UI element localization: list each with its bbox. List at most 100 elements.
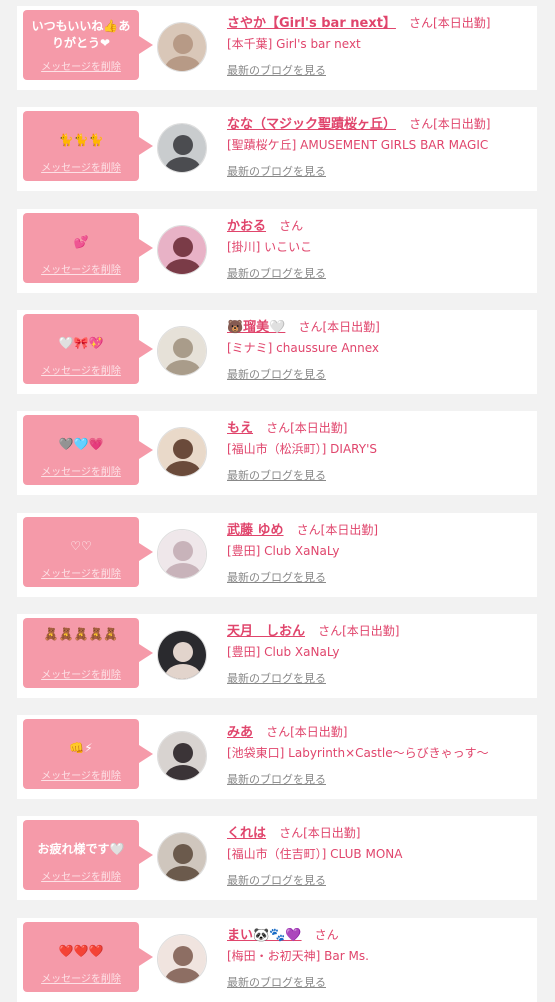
message-card: いつもいいね👍ありがとう❤ メッセージを削除 さやか【Girl's bar ne… xyxy=(17,6,537,90)
shop-name: [豊田] Club XaNaLy xyxy=(227,543,340,558)
message-text: 🤍🎀💖 xyxy=(58,335,104,350)
avatar[interactable] xyxy=(157,933,207,984)
name-line: まい🐼🐾💜 さん xyxy=(227,924,339,943)
message-text: ♡♡ xyxy=(70,538,92,553)
delete-message-link[interactable]: メッセージを削除 xyxy=(23,970,139,985)
message-card: 🩶🩵💗 メッセージを削除 もえ さん[本日出勤] [福山市（松浜町）] DIAR… xyxy=(17,411,537,496)
message-bubble: 💕 メッセージを削除 xyxy=(23,212,153,283)
latest-blog-link[interactable]: 最新のブログを見る xyxy=(227,670,326,686)
shop-name: [池袋東口] Labyrinth×Castle～らびきゃっす～ xyxy=(227,746,489,761)
message-card: お疲れ様です🤍 メッセージを削除 くれは さん[本日出勤] [福山市（住吉町）]… xyxy=(17,816,537,901)
name-line: くれは さん[本日出勤] xyxy=(227,822,361,841)
delete-message-link[interactable]: メッセージを削除 xyxy=(23,666,139,681)
delete-message-link[interactable]: メッセージを削除 xyxy=(23,362,139,377)
message-card: 🐈🐈🐈 メッセージを削除 なな（マジック聖蹟桜ヶ丘） さん[本日出勤] [聖蹟桜… xyxy=(17,107,537,192)
honorific: さん xyxy=(298,319,323,334)
message-bubble: ♡♡ メッセージを削除 xyxy=(23,516,153,587)
message-bubble: 🐈🐈🐈 メッセージを削除 xyxy=(23,111,153,182)
today-working-badge: [本日出勤] xyxy=(433,117,491,132)
today-working-badge: [本日出勤] xyxy=(290,421,348,436)
girl-name-link[interactable]: さやか【Girl's bar next】 xyxy=(227,16,396,31)
girl-name-link[interactable]: もえ xyxy=(227,421,253,436)
avatar[interactable] xyxy=(157,629,207,680)
today-working-badge: [本日出勤] xyxy=(433,16,491,30)
honorific: さん xyxy=(318,623,343,638)
shop-name: [掛川] いこいこ xyxy=(227,239,313,254)
name-line: 武藤 ゆめ さん[本日出勤] xyxy=(227,519,378,538)
girl-name-link[interactable]: 🐻瑠美🤍 xyxy=(227,320,285,335)
avatar[interactable] xyxy=(157,427,207,478)
name-line: もえ さん[本日出勤] xyxy=(227,417,348,436)
shop-name: [本千葉] Girl's bar next xyxy=(227,37,361,51)
honorific: さん xyxy=(409,117,434,132)
message-text: 🧸🧸🧸🧸🧸 xyxy=(43,626,119,641)
latest-blog-link[interactable]: 最新のブログを見る xyxy=(227,467,326,483)
delete-message-link[interactable]: メッセージを削除 xyxy=(23,261,139,276)
message-list: いつもいいね👍ありがとう❤ メッセージを削除 さやか【Girl's bar ne… xyxy=(0,0,555,1002)
message-bubble: 👊⚡ メッセージを削除 xyxy=(23,719,153,790)
latest-blog-link[interactable]: 最新のブログを見る xyxy=(227,62,326,78)
avatar[interactable] xyxy=(157,224,207,275)
girl-name-link[interactable]: かおる xyxy=(227,219,266,234)
latest-blog-link[interactable]: 最新のブログを見る xyxy=(227,569,326,585)
honorific: さん xyxy=(314,927,339,942)
avatar[interactable] xyxy=(157,123,207,174)
message-text: いつもいいね👍ありがとう❤ xyxy=(31,19,131,50)
honorific: さん xyxy=(409,16,434,30)
message-card: 👊⚡ メッセージを削除 みあ さん[本日出勤] [池袋東口] Labyrinth… xyxy=(17,715,537,800)
latest-blog-link[interactable]: 最新のブログを見る xyxy=(227,872,326,888)
delete-message-link[interactable]: メッセージを削除 xyxy=(23,767,139,782)
name-line: みあ さん[本日出勤] xyxy=(227,721,348,740)
delete-message-link[interactable]: メッセージを削除 xyxy=(23,58,139,73)
honorific: さん xyxy=(279,218,304,233)
avatar[interactable] xyxy=(157,22,207,72)
message-text: 💕 xyxy=(73,234,89,249)
avatar[interactable] xyxy=(157,731,207,782)
girl-name-link[interactable]: まい🐼🐾💜 xyxy=(227,928,302,943)
message-text: 👊⚡ xyxy=(69,741,93,756)
delete-message-link[interactable]: メッセージを削除 xyxy=(23,868,139,883)
message-card: 💕 メッセージを削除 かおる さん [掛川] いこいこ 最新のブログを見る xyxy=(17,208,537,293)
message-bubble: 🩶🩵💗 メッセージを削除 xyxy=(23,415,153,486)
message-card: 🤍🎀💖 メッセージを削除 🐻瑠美🤍 さん[本日出勤] [ミナミ] chaussu… xyxy=(17,309,537,394)
delete-message-link[interactable]: メッセージを削除 xyxy=(23,159,139,174)
today-working-badge: [本日出勤] xyxy=(290,725,348,740)
delete-message-link[interactable]: メッセージを削除 xyxy=(23,565,139,580)
latest-blog-link[interactable]: 最新のブログを見る xyxy=(227,366,326,382)
shop-name: [聖蹟桜ケ丘] AMUSEMENT GIRLS BAR MAGIC xyxy=(227,138,489,153)
latest-blog-link[interactable]: 最新のブログを見る xyxy=(227,265,326,281)
avatar[interactable] xyxy=(157,832,207,883)
message-text: 🐈🐈🐈 xyxy=(58,133,104,148)
shop-name: [豊田] Club XaNaLy xyxy=(227,644,340,659)
message-text: 🩶🩵💗 xyxy=(58,437,104,452)
today-working-badge: [本日出勤] xyxy=(322,319,380,334)
honorific: さん xyxy=(279,826,304,841)
avatar[interactable] xyxy=(157,325,207,376)
today-working-badge: [本日出勤] xyxy=(342,623,400,638)
message-card: 🧸🧸🧸🧸🧸 メッセージを削除 天月 しおん さん[本日出勤] [豊田] Club… xyxy=(17,613,537,698)
girl-name-link[interactable]: 天月 しおん xyxy=(227,624,305,639)
name-line: 天月 しおん さん[本日出勤] xyxy=(227,620,400,639)
honorific: さん xyxy=(266,725,291,740)
message-text: お疲れ様です🤍 xyxy=(37,842,125,857)
girl-name-link[interactable]: くれは xyxy=(227,826,266,841)
latest-blog-link[interactable]: 最新のブログを見る xyxy=(227,974,326,990)
avatar[interactable] xyxy=(157,528,207,579)
message-card: ♡♡ メッセージを削除 武藤 ゆめ さん[本日出勤] [豊田] Club XaN… xyxy=(17,512,537,597)
delete-message-link[interactable]: メッセージを削除 xyxy=(23,463,139,478)
message-text: ❤️❤️❤️ xyxy=(58,943,104,958)
shop-name: [福山市（松浜町）] DIARY'S xyxy=(227,442,377,457)
message-bubble: 🤍🎀💖 メッセージを削除 xyxy=(23,313,153,384)
name-line: 🐻瑠美🤍 さん[本日出勤] xyxy=(227,316,380,335)
girl-name-link[interactable]: みあ xyxy=(227,725,253,740)
shop-name: [梅田・お初天神] Bar Ms. xyxy=(227,948,369,963)
today-working-badge: [本日出勤] xyxy=(303,826,361,841)
latest-blog-link[interactable]: 最新のブログを見る xyxy=(227,771,326,787)
girl-name-link[interactable]: なな（マジック聖蹟桜ヶ丘） xyxy=(227,117,396,132)
honorific: さん xyxy=(296,522,321,537)
girl-name-link[interactable]: 武藤 ゆめ xyxy=(227,523,284,538)
message-bubble: いつもいいね👍ありがとう❤ メッセージを削除 xyxy=(23,10,153,80)
today-working-badge: [本日出勤] xyxy=(320,522,379,537)
latest-blog-link[interactable]: 最新のブログを見る xyxy=(227,163,326,179)
message-bubble: ❤️❤️❤️ メッセージを削除 xyxy=(23,921,153,992)
